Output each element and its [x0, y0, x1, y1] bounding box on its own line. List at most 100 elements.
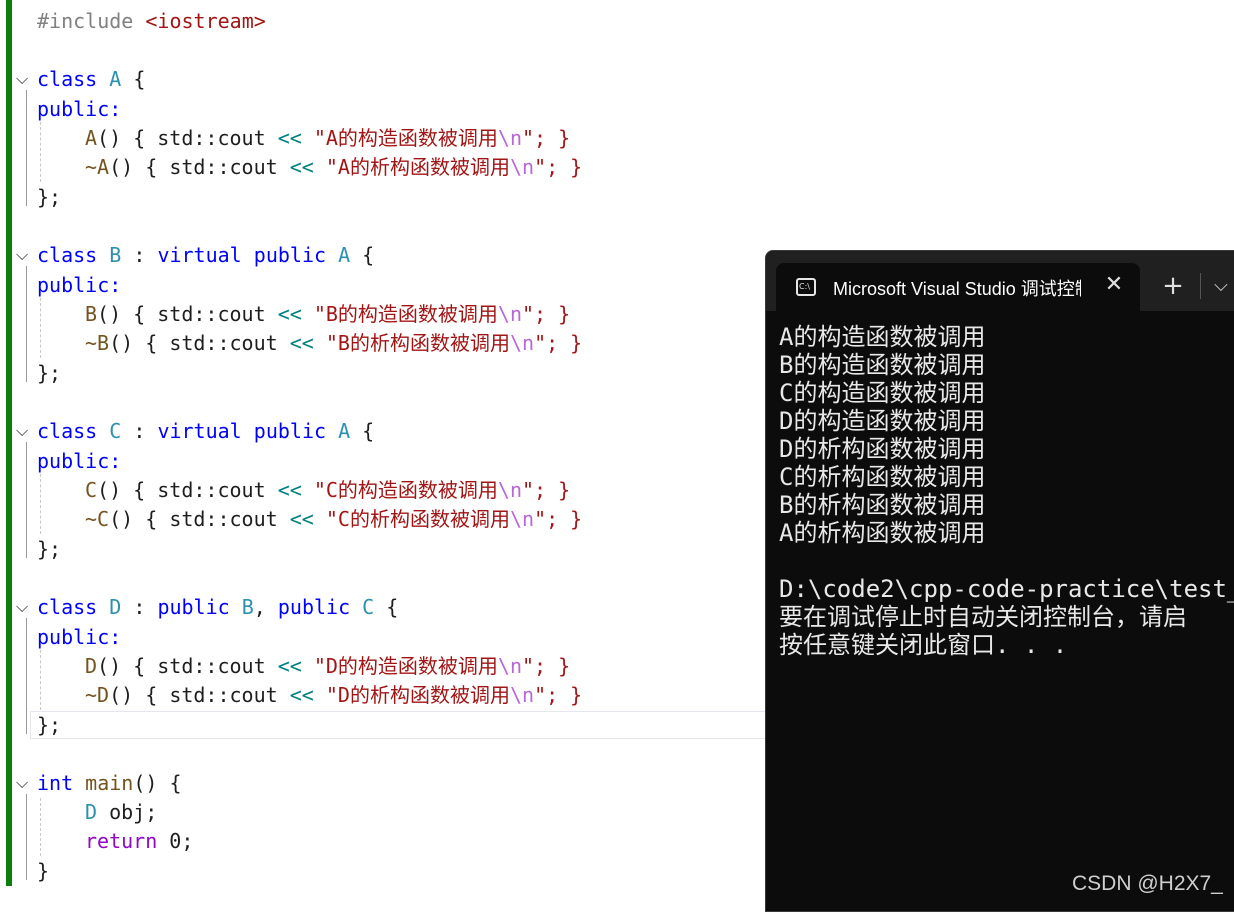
- base-class-name: A: [338, 419, 351, 443]
- code-line[interactable]: #include <iostream>: [37, 6, 266, 36]
- code-line[interactable]: ~B() { std::cout << "B的析构函数被调用\n"; }: [85, 328, 582, 358]
- change-indicator-bar: [6, 0, 12, 886]
- indent-guide: [40, 474, 41, 534]
- code-punct: [97, 67, 109, 91]
- string-end: "; }: [522, 126, 571, 150]
- code-punct: [97, 595, 109, 619]
- code-punct: () {: [109, 683, 170, 707]
- debug-console-window[interactable]: C:\ Microsoft Visual Studio 调试控制台 ✕ + ⌵ …: [765, 250, 1234, 912]
- indent-guide: [40, 650, 41, 710]
- fold-chevron-icon[interactable]: ⌵: [16, 774, 34, 792]
- code-line[interactable]: C() { std::cout << "C的构造函数被调用\n"; }: [85, 475, 570, 505]
- code-line[interactable]: };: [37, 534, 61, 564]
- code-punct: [266, 478, 278, 502]
- fold-chevron-icon[interactable]: ⌵: [16, 422, 34, 440]
- console-output-line: A的析构函数被调用: [779, 519, 986, 547]
- indent-guide: [40, 298, 41, 358]
- code-line[interactable]: public:: [37, 446, 121, 476]
- code-punct: () {: [109, 507, 170, 531]
- chevron-down-icon[interactable]: ⌵: [1206, 271, 1234, 301]
- console-output-line: B的析构函数被调用: [779, 491, 986, 519]
- code-punct: [73, 771, 85, 795]
- code-line[interactable]: class D : public B, public C {: [37, 592, 398, 622]
- string-literal: "C的析构函数被调用: [325, 507, 510, 531]
- fold-chevron-icon[interactable]: ⌵: [16, 70, 34, 88]
- keyword: virtual: [157, 243, 242, 267]
- code-punct: [278, 683, 290, 707]
- escape-sequence: \n: [509, 683, 535, 707]
- code-line[interactable]: };: [37, 358, 61, 388]
- code-punct: [314, 507, 326, 531]
- base-class-name: C: [362, 595, 375, 619]
- base-class-name: A: [338, 243, 351, 267]
- code-line[interactable]: A() { std::cout << "A的构造函数被调用\n"; }: [85, 123, 570, 153]
- code-line[interactable]: int main() {: [37, 768, 182, 798]
- code-line[interactable]: class C : virtual public A {: [37, 416, 374, 446]
- console-tab[interactable]: C:\ Microsoft Visual Studio 调试控制台 ✕: [776, 263, 1140, 311]
- code-punct: :: [121, 419, 158, 443]
- code-line[interactable]: };: [37, 182, 61, 212]
- console-output-line: 要在调试停止时自动关闭控制台，请启: [779, 603, 1187, 631]
- code-punct: ,: [253, 595, 278, 619]
- code-punct: () {: [97, 302, 158, 326]
- operator: <<: [289, 507, 314, 531]
- code-punct: [230, 595, 242, 619]
- keyword: int: [37, 771, 74, 795]
- cout-identifier: std::cout: [157, 654, 266, 678]
- fold-chevron-icon[interactable]: ⌵: [16, 246, 34, 264]
- code-line[interactable]: class B : virtual public A {: [37, 240, 374, 270]
- code-line[interactable]: B() { std::cout << "B的构造函数被调用\n"; }: [85, 299, 570, 329]
- console-output-line: D的析构函数被调用: [779, 435, 986, 463]
- cout-identifier: std::cout: [157, 126, 266, 150]
- code-punct: () {: [109, 331, 170, 355]
- code-punct: [326, 419, 338, 443]
- code-line[interactable]: ~A() { std::cout << "A的析构函数被调用\n"; }: [85, 152, 582, 182]
- cout-identifier: std::cout: [169, 155, 278, 179]
- code-token: {: [350, 243, 375, 267]
- code-line[interactable]: D obj;: [85, 797, 157, 827]
- code-punct: [133, 9, 145, 33]
- code-line[interactable]: ~C() { std::cout << "C的析构函数被调用\n"; }: [85, 504, 582, 534]
- string-literal: "D的析构函数被调用: [325, 683, 510, 707]
- code-line[interactable]: };: [37, 710, 61, 740]
- closing-brace: }: [37, 859, 50, 883]
- block-guide: [26, 266, 27, 382]
- console-output-line: C的构造函数被调用: [779, 379, 986, 407]
- code-line[interactable]: public:: [37, 622, 121, 652]
- code-punct: [242, 419, 254, 443]
- access-specifier: public:: [37, 449, 122, 473]
- code-line[interactable]: public:: [37, 270, 121, 300]
- watermark: CSDN @H2X7_: [1072, 872, 1223, 895]
- code-line[interactable]: class A {: [37, 64, 145, 94]
- console-output-line: C的析构函数被调用: [779, 463, 986, 491]
- code-token: () {: [133, 771, 182, 795]
- code-line[interactable]: D() { std::cout << "D的构造函数被调用\n"; }: [85, 651, 570, 681]
- code-line[interactable]: return 0;: [85, 826, 193, 856]
- escape-sequence: \n: [497, 126, 523, 150]
- new-tab-button[interactable]: +: [1158, 271, 1188, 301]
- code-punct: [97, 800, 109, 824]
- member-function: C: [85, 478, 98, 502]
- fold-chevron-icon[interactable]: ⌵: [16, 598, 34, 616]
- code-punct: () {: [109, 155, 170, 179]
- console-tab-title: Microsoft Visual Studio 调试控制台: [833, 279, 1081, 299]
- indent-guide: [40, 798, 41, 856]
- escape-sequence: \n: [497, 654, 523, 678]
- keyword: class: [37, 419, 98, 443]
- code-line[interactable]: public:: [37, 94, 121, 124]
- close-tab-icon[interactable]: ✕: [1100, 271, 1128, 299]
- code-line[interactable]: }: [37, 856, 49, 886]
- member-function: ~A: [85, 155, 110, 179]
- string-end: "; }: [522, 478, 571, 502]
- code-token: {: [374, 595, 399, 619]
- code-line[interactable]: ~D() { std::cout << "D的析构函数被调用\n"; }: [85, 680, 582, 710]
- preprocessor-directive: #include: [37, 9, 134, 33]
- operator: <<: [289, 155, 314, 179]
- code-punct: [278, 507, 290, 531]
- code-punct: [266, 654, 278, 678]
- code-punct: [302, 478, 314, 502]
- string-end: "; }: [534, 155, 583, 179]
- string-literal: "A的构造函数被调用: [313, 126, 498, 150]
- member-function: ~D: [85, 683, 110, 707]
